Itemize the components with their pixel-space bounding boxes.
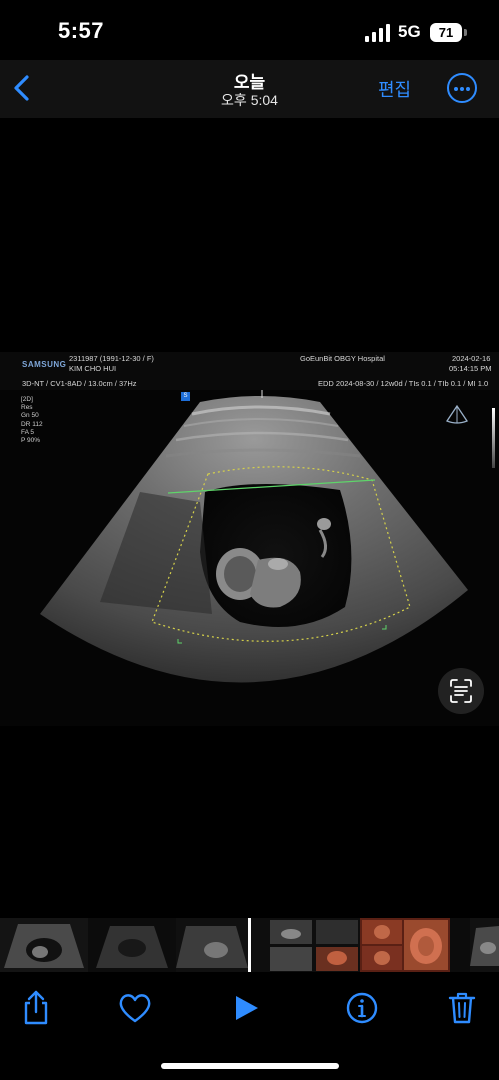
- scan-date: 2024-02-16: [452, 354, 491, 363]
- ellipsis-circle-icon[interactable]: [447, 73, 477, 103]
- info-icon[interactable]: [342, 988, 382, 1028]
- play-icon[interactable]: [226, 988, 266, 1028]
- page-subtitle: 오후 5:04: [221, 92, 278, 108]
- share-icon[interactable]: [16, 988, 56, 1028]
- scan-time: 05:14:15 PM: [449, 364, 492, 373]
- status-bar: 5:57 5G 71: [0, 0, 499, 60]
- network-type: 5G: [398, 22, 421, 41]
- thumbnail[interactable]: [88, 918, 176, 972]
- edit-button[interactable]: 편집: [378, 76, 411, 102]
- thumbnail[interactable]: [470, 918, 499, 972]
- param-line: DR 112: [21, 420, 43, 428]
- param-line: Gn 50: [21, 412, 39, 420]
- orientation-marker: S: [181, 392, 190, 401]
- param-line: [2D]: [21, 396, 33, 403]
- probe-info: 3D-NT / CV1-8AD / 13.0cm / 37Hz: [22, 379, 137, 388]
- ultrasound-header: SAMSUNG 2311987 (1991-12-30 / F) KIM CHO…: [0, 352, 499, 390]
- thumbnail[interactable]: [252, 918, 360, 972]
- nav-bar: 오늘 오후 5:04 편집: [0, 60, 499, 118]
- imaging-params: [2D] Res Gn 50 DR 112 FA 5 P 90%: [21, 396, 43, 445]
- heart-icon[interactable]: [115, 988, 155, 1028]
- patient-name: KIM CHO HUI: [69, 364, 117, 373]
- photo-viewer[interactable]: SAMSUNG 2311987 (1991-12-30 / F) KIM CHO…: [0, 352, 499, 726]
- battery-nub: [464, 29, 467, 36]
- ultrasound-image: [40, 390, 468, 683]
- probe-orientation-icon: [446, 404, 468, 424]
- thumbnail[interactable]: [176, 918, 248, 972]
- param-line: P 90%: [21, 437, 41, 445]
- cellular-signal-icon: [365, 24, 391, 42]
- battery-icon: 71: [430, 23, 462, 42]
- param-line: Res: [21, 404, 33, 412]
- trash-icon[interactable]: [442, 988, 482, 1028]
- param-line: FA 5: [21, 428, 35, 436]
- edd-info: EDD 2024-08-30 / 12w0d / TIs 0.1 / TIb 0…: [318, 379, 489, 388]
- status-time: 5:57: [58, 18, 105, 43]
- thumbnail-strip[interactable]: [0, 918, 499, 972]
- brand-logo: SAMSUNG: [22, 360, 67, 369]
- text-scan-icon: [450, 679, 472, 703]
- thumbnail[interactable]: [0, 918, 88, 972]
- thumbnail[interactable]: [360, 918, 450, 972]
- patient-id: 2311987 (1991-12-30 / F): [69, 354, 154, 363]
- live-text-button[interactable]: [438, 668, 484, 714]
- hospital-name: GoEunBit OBGY Hospital: [300, 354, 385, 363]
- home-indicator[interactable]: [161, 1063, 339, 1069]
- current-position-indicator: [248, 918, 251, 972]
- grayscale-bar: [492, 408, 495, 468]
